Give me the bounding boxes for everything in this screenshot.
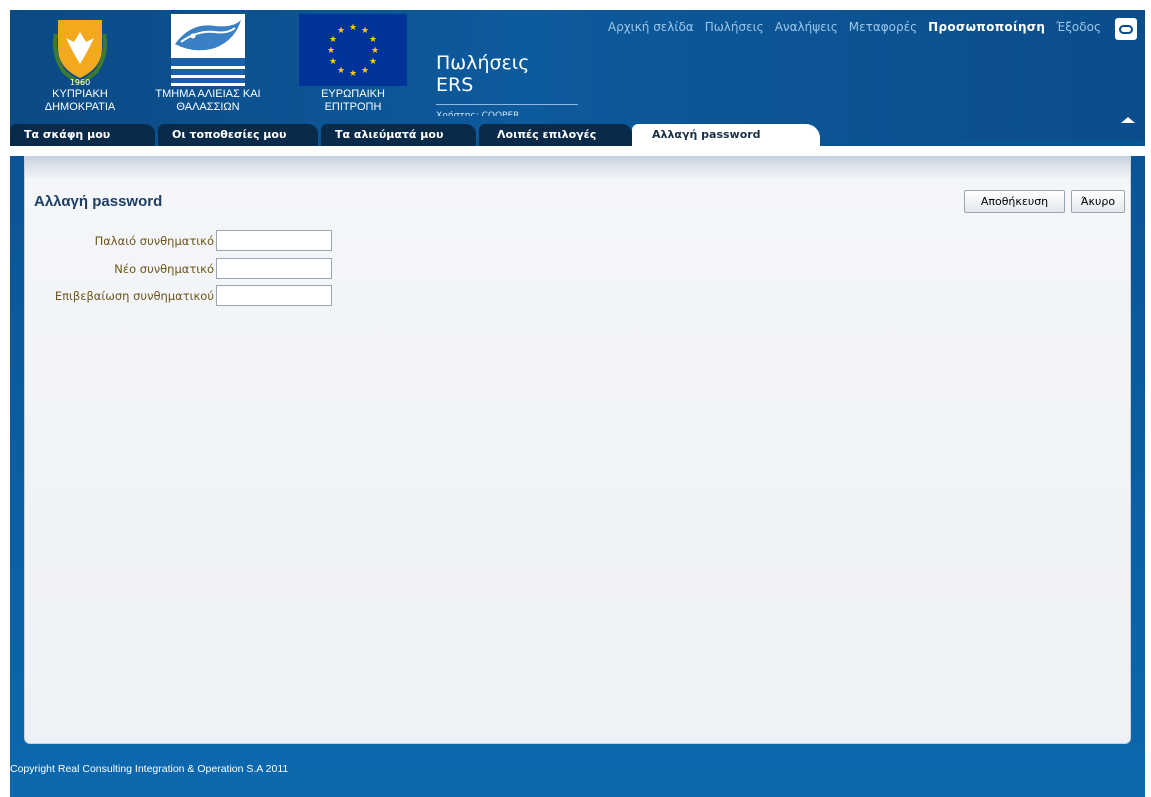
nav-home[interactable]: Αρχική σελίδα [608,20,694,34]
svg-text:★: ★ [337,26,345,36]
cyprus-caption-line1: ΚΥΠΡΙΑΚΗ [52,88,108,100]
svg-text:★: ★ [349,69,357,79]
nav-sales[interactable]: Πωλήσεις [705,20,764,34]
app-window: 1960 ΚΥΠΡΙΑΚΗ ΔΗΜΟΚΡΑΤΙΑ ΤΜΗΜΑ ΑΛΙΕΙΑΣ Κ… [10,10,1145,797]
title-divider [436,104,578,105]
cyprus-emblem-icon: 1960 [53,20,107,86]
nav-personalization[interactable]: Προσωποποίηση [928,20,1045,34]
confirm-password-field[interactable] [216,285,332,306]
content-top-shade [25,156,1130,178]
cyprus-logo: 1960 ΚΥΠΡΙΑΚΗ ΔΗΜΟΚΡΑΤΙΑ [35,14,125,114]
old-password-label: Παλαιό συνθηματικό [94,234,214,248]
tab-underline [10,146,1145,156]
svg-text:★: ★ [369,57,377,67]
fisheries-caption-line1: ΤΜΗΜΑ ΑΛΙΕΙΑΣ ΚΑΙ [155,88,261,100]
nav-logout[interactable]: Έξοδος [1056,20,1101,34]
page-title: Αλλαγή password [34,193,163,210]
svg-text:★: ★ [329,35,337,45]
content-panel: Αλλαγή password Αποθήκευση Άκυρο Παλαιό … [24,156,1131,744]
svg-text:★: ★ [327,46,335,56]
eu-caption-line1: ΕΥΡΩΠΑΙΚΗ [321,88,385,100]
nav-transfers[interactable]: Μεταφορές [849,20,917,34]
copyright-text: Copyright Real Consulting Integration & … [10,763,289,775]
tab-change-password[interactable]: Αλλαγή password [632,124,820,146]
header: 1960 ΚΥΠΡΙΑΚΗ ΔΗΜΟΚΡΑΤΙΑ ΤΜΗΜΑ ΑΛΙΕΙΑΣ Κ… [10,10,1145,140]
fisheries-logo: ΤΜΗΜΑ ΑΛΙΕΙΑΣ ΚΑΙ ΘΑΛΑΣΣΙΩΝ [138,14,278,114]
svg-text:★: ★ [349,23,357,33]
eu-caption-line2: ΕΠΙΤΡΟΠΗ [324,101,382,113]
app-title-line1: Πωλήσεις [436,52,530,74]
tab-my-vessels[interactable]: Τα σκάφη μου [10,124,155,146]
fisheries-caption-line2: ΘΑΛΑΣΣΙΩΝ [176,101,240,113]
confirm-password-row: Επιβεβαίωση συνθηματικού [25,285,345,307]
new-password-field[interactable] [216,258,332,279]
svg-text:1960: 1960 [70,78,90,86]
user-line: Χρήστης: COOPER [436,111,520,116]
save-button[interactable]: Αποθήκευση [964,190,1065,213]
oracle-icon[interactable] [1115,18,1137,40]
confirm-password-label: Επιβεβαίωση συνθηματικού [54,289,214,303]
fisheries-logo-icon [171,14,245,86]
top-navigation: Αρχική σελίδα Πωλήσεις Αναλήψεις Μεταφορ… [608,19,1101,35]
app-title: Πωλήσεις ERS [436,52,529,96]
tab-my-catches[interactable]: Τα αλιεύματά μου [321,124,476,146]
old-password-field[interactable] [216,230,332,251]
eu-flag-icon: ★ ★ ★ ★ ★ ★ ★ ★ ★ ★ ★ ★ [299,14,407,86]
cancel-button[interactable]: Άκυρο [1071,190,1125,213]
app-title-line2: ERS [436,74,474,96]
svg-text:★: ★ [337,66,345,76]
svg-text:★: ★ [329,57,337,67]
eu-logo: ★ ★ ★ ★ ★ ★ ★ ★ ★ ★ ★ ★ ΕΥΡΩΠΑΙΚΗ ΕΠΙΤΡΟ… [293,14,413,114]
nav-withdrawals[interactable]: Αναλήψεις [775,20,838,34]
svg-text:★: ★ [371,46,379,56]
tab-other-options[interactable]: Λοιπές επιλογές [479,124,632,146]
svg-text:★: ★ [361,66,369,76]
new-password-label: Νέο συνθηματικό [114,262,214,276]
new-password-row: Νέο συνθηματικό [25,258,345,280]
tab-my-locations[interactable]: Οι τοποθεσίες μου [158,124,318,146]
tab-bar: Τα σκάφη μου Οι τοποθεσίες μου Τα αλιεύμ… [10,124,1145,146]
svg-text:★: ★ [361,26,369,36]
cyprus-caption-line2: ΔΗΜΟΚΡΑΤΙΑ [44,101,116,113]
svg-text:★: ★ [369,35,377,45]
old-password-row: Παλαιό συνθηματικό [25,230,345,252]
footer: Copyright Real Consulting Integration & … [10,756,1145,797]
